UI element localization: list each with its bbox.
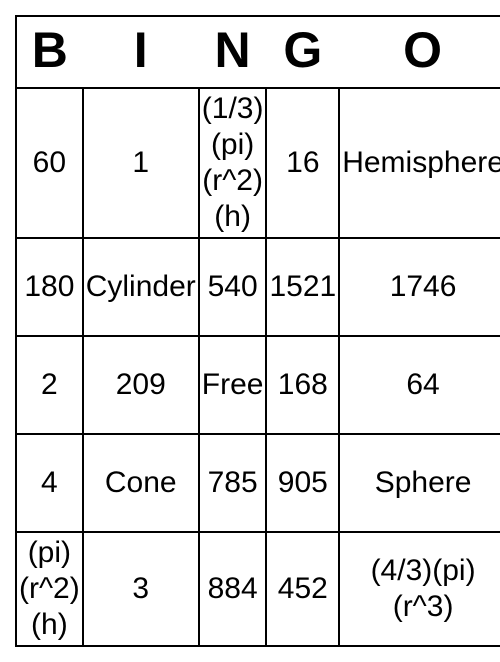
bingo-header-row: B I N G O	[16, 16, 500, 88]
bingo-row: (pi)(r^2)(h) 3 884 452 (4/3)(pi)(r^3)	[16, 532, 500, 646]
bingo-cell[interactable]: 64	[339, 336, 500, 434]
header-n: N	[199, 16, 267, 88]
bingo-cell[interactable]: 1521	[266, 238, 339, 336]
bingo-cell[interactable]: 16	[266, 88, 339, 238]
bingo-cell[interactable]: Sphere	[339, 434, 500, 532]
bingo-row: 2 209 Free 168 64	[16, 336, 500, 434]
bingo-cell[interactable]: 1	[83, 88, 199, 238]
bingo-cell[interactable]: Cone	[83, 434, 199, 532]
bingo-cell[interactable]: 3	[83, 532, 199, 646]
bingo-cell[interactable]: (pi)(r^2)(h)	[16, 532, 83, 646]
header-i: I	[83, 16, 199, 88]
bingo-row: 4 Cone 785 905 Sphere	[16, 434, 500, 532]
bingo-cell[interactable]: 1746	[339, 238, 500, 336]
bingo-cell[interactable]: 884	[199, 532, 267, 646]
bingo-cell[interactable]: (1/3)(pi)(r^2)(h)	[199, 88, 267, 238]
bingo-cell[interactable]: 540	[199, 238, 267, 336]
bingo-cell[interactable]: Hemisphere	[339, 88, 500, 238]
bingo-cell[interactable]: 180	[16, 238, 83, 336]
bingo-row: 60 1 (1/3)(pi)(r^2)(h) 16 Hemisphere	[16, 88, 500, 238]
bingo-cell-free[interactable]: Free	[199, 336, 267, 434]
header-o: O	[339, 16, 500, 88]
header-b: B	[16, 16, 83, 88]
bingo-cell[interactable]: 2	[16, 336, 83, 434]
header-g: G	[266, 16, 339, 88]
bingo-row: 180 Cylinder 540 1521 1746	[16, 238, 500, 336]
bingo-cell[interactable]: (4/3)(pi)(r^3)	[339, 532, 500, 646]
bingo-cell[interactable]: 168	[266, 336, 339, 434]
bingo-cell[interactable]: 60	[16, 88, 83, 238]
bingo-card: B I N G O 60 1 (1/3)(pi)(r^2)(h) 16 Hemi…	[15, 15, 500, 647]
bingo-cell[interactable]: 452	[266, 532, 339, 646]
bingo-cell[interactable]: Cylinder	[83, 238, 199, 336]
bingo-cell[interactable]: 4	[16, 434, 83, 532]
bingo-cell[interactable]: 785	[199, 434, 267, 532]
bingo-cell[interactable]: 209	[83, 336, 199, 434]
bingo-cell[interactable]: 905	[266, 434, 339, 532]
